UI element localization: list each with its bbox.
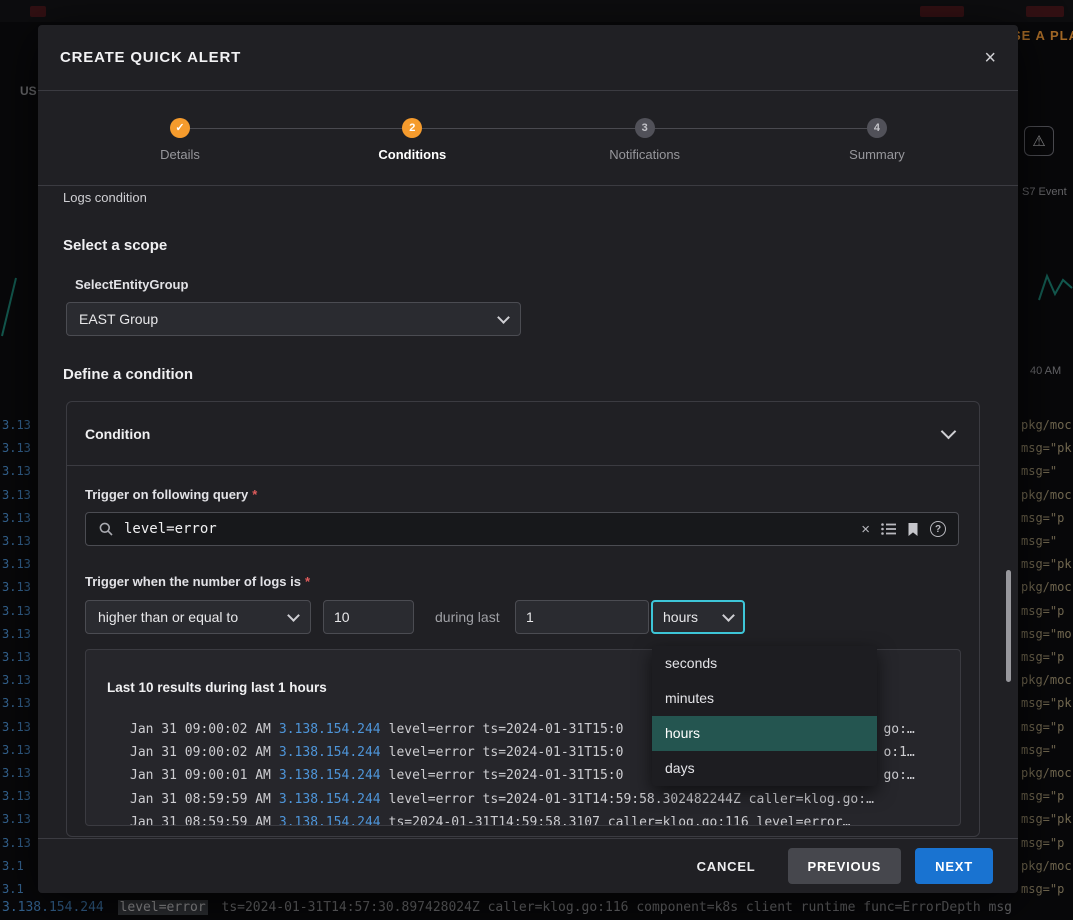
unit-option[interactable]: days (652, 751, 877, 786)
bookmark-icon[interactable] (907, 522, 919, 537)
log-message: level=error ts=2024-01-31T15:0 (389, 745, 624, 760)
unit-select[interactable]: hours (651, 600, 745, 634)
log-message: level=error ts=2024-01-31T14:59:58.30248… (389, 792, 874, 807)
chevron-down-icon (722, 609, 735, 622)
log-ip[interactable]: 3.138.154.244 (279, 792, 381, 807)
log-timestamp: Jan 31 09:00:02 AM (130, 745, 271, 760)
condition-panel: Condition Trigger on following query * le… (66, 401, 980, 837)
log-line: Jan 31 08:59:59 AM 3.138.154.244 level=err… (86, 788, 960, 811)
threshold-input[interactable] (323, 600, 414, 634)
entity-group-label: SelectEntityGroup (75, 277, 188, 292)
log-ip[interactable]: 3.138.154.244 (279, 745, 381, 760)
log-tail: go:… (883, 722, 914, 737)
step-label: Summary (817, 147, 937, 162)
condition-panel-header[interactable]: Condition (67, 402, 979, 466)
chevron-down-icon (941, 423, 957, 439)
query-value[interactable]: level=error (124, 521, 851, 537)
comparator-select[interactable]: higher than or equal to (85, 600, 311, 634)
log-timestamp: Jan 31 09:00:01 AM (130, 768, 271, 783)
clear-icon[interactable]: × (861, 522, 870, 537)
log-message: ts=2024-01-31T14:59:58.3107 caller=klog.… (389, 815, 851, 826)
query-label: Trigger on following query * (85, 487, 257, 502)
step-indicator: 4 (867, 118, 887, 138)
step-indicator: 2 (402, 118, 422, 138)
log-message: level=error ts=2024-01-31T15:0 (389, 768, 624, 783)
condition-panel-title: Condition (85, 426, 150, 442)
required-asterisk: * (305, 574, 310, 589)
stepper-step[interactable]: 3 Notifications (585, 118, 705, 162)
comparator-value: higher than or equal to (98, 609, 238, 625)
scope-heading: Select a scope (63, 237, 167, 254)
log-tail: go:… (883, 768, 914, 783)
unit-value: hours (663, 609, 698, 625)
trigger-label: Trigger when the number of logs is * (85, 574, 310, 589)
chevron-down-icon (497, 311, 510, 324)
entity-group-select[interactable]: EAST Group (66, 302, 521, 336)
query-label-text: Trigger on following query (85, 487, 248, 502)
log-tail: o:1… (883, 745, 914, 760)
step-indicator: ✓ (170, 118, 190, 138)
entity-group-value: EAST Group (79, 311, 158, 327)
modal-title: CREATE QUICK ALERT (60, 49, 241, 66)
step-label: Conditions (352, 147, 472, 162)
during-last-label: during last (435, 600, 500, 634)
trigger-controls: higher than or equal to during last hour… (67, 600, 979, 634)
trigger-label-text: Trigger when the number of logs is (85, 574, 301, 589)
logs-condition-tag: Logs condition (63, 190, 147, 205)
modal-header: CREATE QUICK ALERT × (38, 25, 1018, 91)
window-input[interactable] (515, 600, 649, 634)
modal-scrollbar-thumb[interactable] (1006, 570, 1011, 682)
step-indicator: 3 (635, 118, 655, 138)
log-timestamp: Jan 31 08:59:59 AM (130, 792, 271, 807)
close-icon[interactable]: × (984, 48, 996, 68)
stepper: ✓ Details 2 Conditions 3 Notifications 4… (38, 91, 1018, 186)
log-message: level=error ts=2024-01-31T15:0 (389, 722, 624, 737)
search-icon (98, 521, 114, 537)
step-label: Notifications (585, 147, 705, 162)
stepper-step[interactable]: ✓ Details (120, 118, 240, 162)
help-icon[interactable]: ? (930, 521, 946, 537)
stepper-step[interactable]: 4 Summary (817, 118, 937, 162)
unit-option[interactable]: minutes (652, 681, 877, 716)
log-line: Jan 31 08:59:59 AM 3.138.154.244 ts=2024-0… (86, 811, 960, 826)
saved-queries-list-icon[interactable] (881, 522, 896, 536)
next-button[interactable]: NEXT (915, 848, 993, 884)
stepper-steps: ✓ Details 2 Conditions 3 Notifications 4… (120, 118, 937, 162)
step-label: Details (120, 147, 240, 162)
modal-body: Logs condition Select a scope SelectEnti… (38, 185, 1018, 838)
cancel-button[interactable]: CANCEL (679, 848, 774, 884)
chevron-down-icon (287, 609, 300, 622)
create-quick-alert-modal: CREATE QUICK ALERT × ✓ Details 2 Conditi… (38, 25, 1018, 893)
stepper-step[interactable]: 2 Conditions (352, 118, 472, 162)
condition-heading: Define a condition (63, 366, 193, 383)
required-asterisk: * (252, 487, 257, 502)
query-input[interactable]: level=error × ? (85, 512, 959, 546)
unit-option[interactable]: hours (652, 716, 877, 751)
modal-footer: CANCEL PREVIOUS NEXT (38, 838, 1018, 893)
log-ip[interactable]: 3.138.154.244 (279, 815, 381, 826)
unit-option[interactable]: seconds (652, 646, 877, 681)
log-ip[interactable]: 3.138.154.244 (279, 722, 381, 737)
app-root: { "background": { "top_right_plan": "SE … (0, 0, 1073, 920)
log-timestamp: Jan 31 08:59:59 AM (130, 815, 271, 826)
log-timestamp: Jan 31 09:00:02 AM (130, 722, 271, 737)
log-ip[interactable]: 3.138.154.244 (279, 768, 381, 783)
unit-dropdown-menu: secondsminuteshoursdays (652, 646, 877, 786)
query-actions: × ? (861, 521, 946, 537)
results-title: Last 10 results during last 1 hours (107, 680, 327, 695)
previous-button[interactable]: PREVIOUS (788, 848, 902, 884)
